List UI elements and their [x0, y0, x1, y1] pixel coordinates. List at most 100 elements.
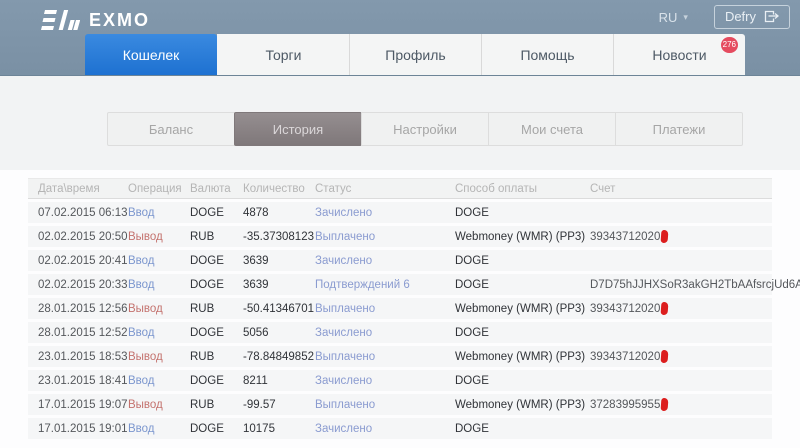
nav-tab-помощь[interactable]: Помощь	[481, 34, 613, 75]
wallet-subtabs: Баланс История Настройки Мои счета Плате…	[107, 112, 743, 146]
column-header: Способ оплаты	[455, 183, 590, 195]
cell-method: DOGE	[455, 375, 590, 387]
nav-tab-торги[interactable]: Торги	[217, 34, 349, 75]
cell-method: DOGE	[455, 327, 590, 339]
subtab-label: Баланс	[149, 122, 193, 137]
subtab-label: Мои счета	[521, 122, 583, 137]
nav-tab-профиль[interactable]: Профиль	[349, 34, 481, 75]
logout-icon	[764, 10, 779, 23]
subtab-мои счета[interactable]: Мои счета	[488, 112, 616, 146]
cell-datetime: 23.01.2015 18:41	[38, 375, 128, 387]
table-row: 28.01.2015 12:52 Ввод DOGE 5056 Зачислен…	[28, 322, 772, 343]
cell-operation[interactable]: Ввод	[128, 423, 190, 435]
cell-amount: 3639	[243, 255, 315, 267]
nav-tab-новости[interactable]: Новости 276	[613, 34, 745, 75]
cell-amount: 3639	[243, 279, 315, 291]
nav-tab-кошелек[interactable]: Кошелек	[85, 34, 217, 75]
cell-status[interactable]: Выплачено	[315, 351, 455, 363]
nav-tab-label: Кошелек	[123, 47, 180, 63]
cell-amount: 4878	[243, 207, 315, 219]
table-row: 02.02.2015 20:50 Вывод RUB -35.37308123 …	[28, 226, 772, 247]
nav-tab-label: Помощь	[520, 47, 574, 63]
cell-method: DOGE	[455, 423, 590, 435]
cell-status[interactable]: Выплачено	[315, 399, 455, 411]
column-header: Дата\время	[38, 183, 128, 195]
redaction-mark	[661, 230, 669, 243]
chevron-down-icon: ▾	[683, 12, 688, 23]
cell-status[interactable]: Зачислено	[315, 327, 455, 339]
cell-currency: RUB	[190, 351, 243, 363]
subtab-настройки[interactable]: Настройки	[361, 112, 489, 146]
cell-status[interactable]: Зачислено	[315, 207, 455, 219]
nav-tab-label: Торги	[266, 47, 302, 63]
logout-button[interactable]: Defry	[714, 5, 790, 29]
column-header: Счет	[590, 183, 772, 195]
cell-currency: RUB	[190, 399, 243, 411]
cell-datetime: 28.01.2015 12:56	[38, 303, 128, 315]
cell-currency: RUB	[190, 303, 243, 315]
cell-amount: 10175	[243, 423, 315, 435]
username-label: Defry	[725, 9, 756, 24]
top-header: EXMO RU ▾ Defry Кошелек Торги Профиль По…	[0, 0, 800, 76]
column-header: Количество	[243, 183, 315, 195]
cell-status[interactable]: Выплачено	[315, 303, 455, 315]
cell-account: D7D75hJJHXSoR3akGH2TbAAfsrcjUd6A24	[590, 279, 800, 291]
cell-account: 39343712020	[590, 302, 772, 315]
cell-status[interactable]: Зачислено	[315, 423, 455, 435]
table-row: 23.01.2015 18:53 Вывод RUB -78.84849852 …	[28, 346, 772, 367]
cell-method: Webmoney (WMR) (PP3)	[455, 231, 590, 243]
table-row: 02.02.2015 20:33 Ввод DOGE 3639 Подтверж…	[28, 274, 772, 295]
language-selector[interactable]: RU ▾	[659, 10, 688, 25]
cell-operation[interactable]: Вывод	[128, 351, 190, 363]
cell-datetime: 23.01.2015 18:53	[38, 351, 128, 363]
table-row: 17.01.2015 19:07 Вывод RUB -99.57 Выплач…	[28, 394, 772, 415]
cell-datetime: 28.01.2015 12:52	[38, 327, 128, 339]
table-row: 23.01.2015 18:41 Ввод DOGE 8211 Зачислен…	[28, 370, 772, 391]
table-row: 28.01.2015 12:56 Вывод RUB -50.41346701 …	[28, 298, 772, 319]
subtab-label: Настройки	[393, 122, 457, 137]
cell-account: 39343712020	[590, 230, 772, 243]
cell-amount: -99.57	[243, 399, 315, 411]
cell-operation[interactable]: Вывод	[128, 399, 190, 411]
redaction-mark	[661, 398, 669, 411]
cell-datetime: 02.02.2015 20:41	[38, 255, 128, 267]
language-label: RU	[659, 10, 678, 25]
table-header-row: Дата\времяОперацияВалютаКоличествоСтатус…	[28, 178, 772, 199]
exmo-logo[interactable]: EXMO	[40, 9, 150, 31]
subtab-платежи[interactable]: Платежи	[615, 112, 743, 146]
redaction-mark	[661, 350, 669, 363]
cell-method: Webmoney (WMR) (PP3)	[455, 351, 590, 363]
cell-currency: DOGE	[190, 207, 243, 219]
cell-operation[interactable]: Вывод	[128, 231, 190, 243]
column-header: Валюта	[190, 183, 243, 195]
cell-method: DOGE	[455, 279, 590, 291]
cell-operation[interactable]: Ввод	[128, 375, 190, 387]
table-row: 07.02.2015 06:13 Ввод DOGE 4878 Зачислен…	[28, 202, 772, 223]
cell-operation[interactable]: Вывод	[128, 303, 190, 315]
cell-status[interactable]: Подтверждений 6	[315, 279, 455, 291]
subtab-история[interactable]: История	[234, 112, 362, 146]
subtab-label: Платежи	[653, 122, 706, 137]
column-header: Статус	[315, 183, 455, 195]
cell-status[interactable]: Зачислено	[315, 255, 455, 267]
cell-operation[interactable]: Ввод	[128, 279, 190, 291]
nav-tab-label: Профиль	[385, 47, 445, 63]
main-nav: Кошелек Торги Профиль Помощь Новости 276	[85, 34, 745, 75]
cell-currency: DOGE	[190, 327, 243, 339]
cell-datetime: 17.01.2015 19:07	[38, 399, 128, 411]
cell-status[interactable]: Зачислено	[315, 375, 455, 387]
subtab-label: История	[273, 122, 323, 137]
exmo-logo-icon	[40, 9, 80, 31]
cell-operation[interactable]: Ввод	[128, 207, 190, 219]
cell-status[interactable]: Выплачено	[315, 231, 455, 243]
table-row: 17.01.2015 19:01 Ввод DOGE 10175 Зачисле…	[28, 418, 772, 439]
cell-operation[interactable]: Ввод	[128, 255, 190, 267]
cell-datetime: 02.02.2015 20:50	[38, 231, 128, 243]
history-panel: Дата\времяОперацияВалютаКоличествоСтатус…	[0, 170, 800, 448]
subtab-баланс[interactable]: Баланс	[107, 112, 235, 146]
cell-operation[interactable]: Ввод	[128, 327, 190, 339]
news-count-badge: 276	[721, 37, 738, 53]
cell-amount: 5056	[243, 327, 315, 339]
cell-method: Webmoney (WMR) (PP3)	[455, 303, 590, 315]
cell-datetime: 02.02.2015 20:33	[38, 279, 128, 291]
